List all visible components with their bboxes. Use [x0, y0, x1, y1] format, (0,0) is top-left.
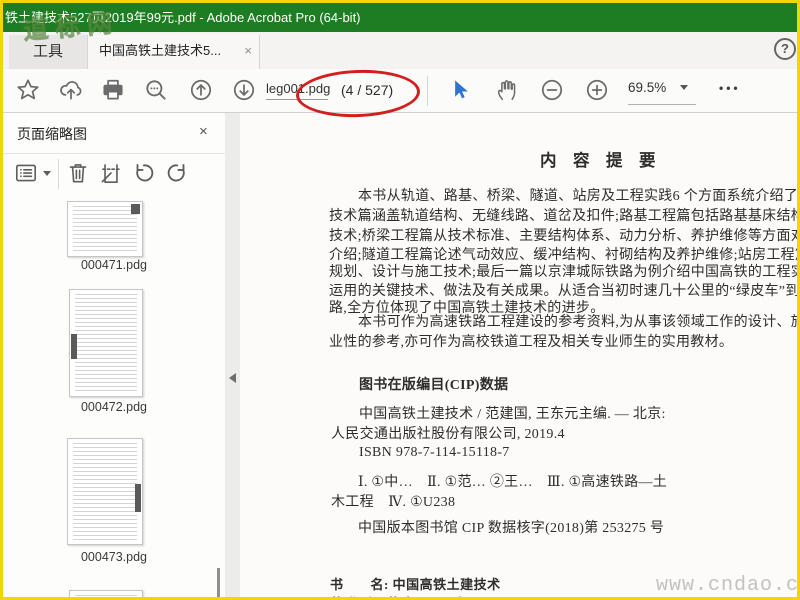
thumbnail-options-icon[interactable]	[13, 160, 39, 186]
isbn-line: ISBN 978-7-114-15118-7	[359, 445, 510, 460]
chevron-down-icon[interactable]	[43, 171, 51, 176]
panel-divider[interactable]	[225, 113, 241, 597]
cip-line: 中国高铁土建技术 / 范建国, 王东元主编. — 北京:	[359, 407, 666, 422]
star-icon[interactable]	[15, 77, 41, 103]
hand-tool-icon[interactable]	[493, 77, 519, 103]
zoom-level-control[interactable]: 69.5%	[628, 79, 696, 105]
classification-line: Ⅰ. ①中… Ⅱ. ①范… ②王… Ⅲ. ①高速铁路—土	[358, 475, 668, 490]
toolbar-separator	[427, 76, 428, 106]
trash-icon[interactable]	[65, 160, 91, 186]
tab-bar: 工具 中国高铁土建技术5... ×	[3, 32, 797, 70]
thumbnail-label: 000473.pdg	[80, 550, 148, 564]
crop-pages-icon[interactable]	[98, 160, 124, 186]
thumbnail-content	[75, 595, 137, 597]
panel-header: 页面缩略图 ×	[3, 113, 225, 154]
page-thumbnail[interactable]	[67, 438, 143, 545]
panel-scrollbar[interactable]	[217, 568, 220, 597]
thumbnail-content	[73, 443, 137, 540]
main-toolbar: leg001.pdg (4 / 527) 69.5% •••	[3, 67, 797, 120]
red-circle-annotation	[295, 67, 421, 120]
document-page: 内 容 提 要 本书从轨道、路基、桥梁、隧道、站房及工程实践6 个方面系统介绍了…	[240, 113, 797, 597]
window-title: 铁土建技术527页2019年99元.pdf - Adobe Acrobat Pr…	[5, 10, 361, 25]
zoom-in-icon[interactable]	[584, 77, 610, 103]
zoom-level-value: 69.5%	[628, 80, 667, 95]
thumbnail-mark	[131, 204, 140, 214]
paragraph-line: 技术;桥梁工程篇从技术标准、主要结构体系、动力分析、养护维修等方面对高铁系统中的…	[329, 229, 797, 244]
paragraph-line: 本书从轨道、路基、桥梁、隧道、站房及工程实践6 个方面系统介绍了中国高铁中的土建…	[358, 189, 797, 204]
tab-document-label: 中国高铁土建技术5...	[99, 43, 222, 58]
cip-line: 人民交通出版社股份有限公司, 2019.4	[331, 427, 565, 442]
thumbnail-label: 000472.pdg	[80, 400, 148, 414]
section-heading: 内 容 提 要	[540, 151, 656, 170]
cip-registry-line: 中国版本图书馆 CIP 数据核字(2018)第 253275 号	[358, 521, 665, 536]
help-icon[interactable]: ?	[774, 38, 796, 60]
cloud-upload-icon[interactable]	[58, 77, 84, 103]
paragraph-line: 业性的参考,亦可作为高校铁道工程及相关专业师生的实用教材。	[329, 335, 734, 350]
more-options-icon[interactable]: •••	[719, 81, 741, 95]
close-tab-icon[interactable]: ×	[244, 35, 252, 67]
page-thumbnail[interactable]	[67, 201, 143, 257]
paragraph-line: 技术篇涵盖轨道结构、无缝线路、道岔及扣件;路基工程篇包括路基基床结构、填料、沉降…	[329, 209, 797, 224]
chevron-down-icon	[680, 85, 689, 91]
print-icon[interactable]	[100, 77, 126, 103]
page-up-icon[interactable]	[188, 77, 214, 103]
rotate-cw-icon[interactable]	[164, 160, 190, 186]
thumbnail-mark	[135, 484, 141, 512]
thumbnail-content	[73, 206, 137, 252]
cip-header: 图书在版编目(CIP)数据	[359, 378, 509, 393]
acrobat-window: 铁土建技术527页2019年99元.pdf - Adobe Acrobat Pr…	[0, 0, 800, 600]
thumbnail-label: 000471.pdg	[80, 258, 148, 272]
thumbnail-content	[75, 294, 137, 392]
select-cursor-icon[interactable]	[447, 77, 473, 103]
classification-line: 木工程 Ⅳ. ①U238	[331, 495, 456, 510]
close-panel-icon[interactable]: ×	[199, 123, 208, 140]
panel-title: 页面缩略图	[17, 126, 87, 142]
title-bar: 铁土建技术527页2019年99元.pdf - Adobe Acrobat Pr…	[3, 3, 797, 32]
collapse-panel-icon[interactable]	[229, 373, 236, 383]
thumbnails-panel: 页面缩略图 × 000471.pdg 000472.pdg 000473.pdg	[3, 113, 225, 597]
zoom-out-icon[interactable]	[539, 77, 565, 103]
panel-toolbar-separator	[58, 159, 59, 189]
site-watermark: www.cndao.com	[656, 574, 797, 597]
page-thumbnail[interactable]	[69, 289, 143, 397]
page-thumbnail[interactable]	[69, 590, 143, 597]
thumbnail-mark	[71, 334, 77, 359]
book-author-line: 著 作 者: 范建国 王东元	[330, 593, 481, 597]
tab-tools[interactable]: 工具	[9, 35, 87, 69]
tab-document[interactable]: 中国高铁土建技术5... ×	[87, 35, 260, 69]
paragraph-line: 本书可作为高速铁路工程建设的参考资料,为从事该领域工作的设计、施工、科研技术人	[358, 315, 797, 330]
book-title-line: 书 名: 中国高铁土建技术	[330, 577, 501, 592]
search-icon[interactable]	[143, 77, 169, 103]
rotate-ccw-icon[interactable]	[131, 160, 157, 186]
page-down-icon[interactable]	[231, 77, 257, 103]
paragraph-line: 规划、设计与施工技术;最后一篇以京津城际铁路为例介绍中国高铁的工程实践,着重论述…	[329, 265, 797, 280]
